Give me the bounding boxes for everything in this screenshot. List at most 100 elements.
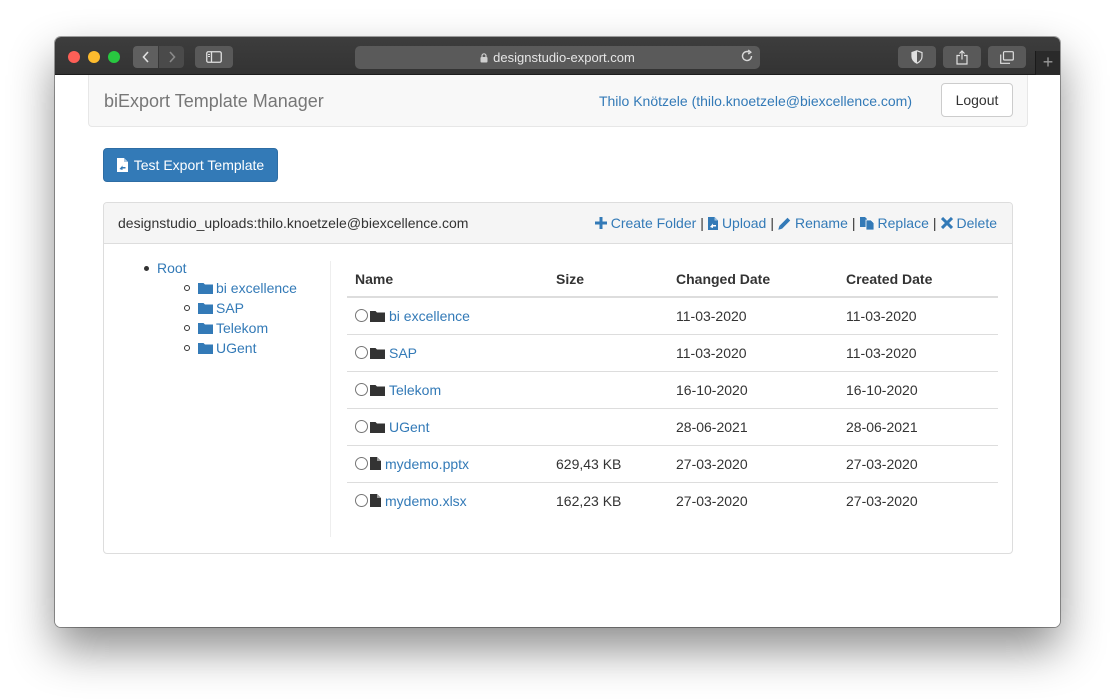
forward-button[interactable] bbox=[159, 46, 184, 68]
test-export-template-button[interactable]: Test Export Template bbox=[103, 148, 278, 182]
folder-icon bbox=[198, 303, 213, 314]
changed-date-cell: 27-03-2020 bbox=[668, 481, 838, 519]
share-button[interactable] bbox=[943, 46, 981, 68]
logout-button[interactable]: Logout bbox=[941, 83, 1013, 117]
folder-icon bbox=[370, 347, 385, 359]
column-header-changed[interactable]: Changed Date bbox=[668, 261, 838, 298]
file-browser-panel: designstudio_uploads:thilo.knoetzele@bie… bbox=[103, 202, 1013, 554]
table-row[interactable]: Telekom 16-10-2020 16-10-2020 bbox=[347, 370, 998, 408]
folder-icon bbox=[370, 310, 385, 322]
replace-action[interactable]: Replace bbox=[859, 215, 929, 231]
rename-action[interactable]: Rename bbox=[778, 215, 848, 231]
reload-icon[interactable] bbox=[740, 49, 754, 63]
tree-item-link[interactable]: Telekom bbox=[216, 320, 268, 336]
changed-date-cell: 11-03-2020 bbox=[676, 307, 747, 324]
minimize-window-button[interactable] bbox=[88, 51, 100, 63]
size-cell bbox=[548, 407, 668, 445]
row-select-radio[interactable] bbox=[355, 420, 368, 433]
user-account-link[interactable]: Thilo Knötzele (thilo.knoetzele@biexcell… bbox=[599, 93, 912, 109]
folder-icon bbox=[198, 323, 213, 334]
app-brand[interactable]: biExport Template Manager bbox=[104, 91, 324, 112]
column-header-size[interactable]: Size bbox=[548, 261, 668, 298]
row-select-radio[interactable] bbox=[355, 346, 368, 359]
table-row[interactable]: UGent 28-06-2021 28-06-2021 bbox=[347, 407, 998, 445]
table-row[interactable]: SAP 11-03-2020 11-03-2020 bbox=[347, 333, 998, 371]
item-name-link[interactable]: mydemo.pptx bbox=[385, 456, 469, 472]
row-select-radio[interactable] bbox=[355, 494, 368, 508]
created-date-cell: 28-06-2021 bbox=[838, 407, 998, 445]
create-folder-label: Create Folder bbox=[610, 215, 697, 231]
create-folder-action[interactable]: Create Folder bbox=[594, 215, 697, 231]
delete-action[interactable]: Delete bbox=[940, 215, 997, 231]
plus-icon bbox=[594, 217, 607, 229]
close-window-button[interactable] bbox=[68, 51, 80, 63]
separator: | bbox=[932, 215, 937, 231]
tree-bullet bbox=[184, 285, 190, 291]
sidebar-icon bbox=[206, 51, 222, 63]
test-export-template-label: Test Export Template bbox=[133, 157, 265, 173]
new-tab-button[interactable]: + bbox=[1035, 51, 1060, 75]
item-name-link[interactable]: SAP bbox=[389, 345, 417, 361]
browser-window: designstudio-export.com + biExport Templ… bbox=[55, 37, 1060, 627]
item-name-link[interactable]: bi excellence bbox=[389, 308, 470, 324]
tree-item-link[interactable]: SAP bbox=[216, 300, 244, 316]
tree-bullet bbox=[184, 305, 190, 311]
tree-item: Telekom bbox=[184, 318, 334, 338]
tree-bullet bbox=[144, 265, 149, 271]
folder-tree: Root bi excellence SAP Telekom UGent bbox=[144, 258, 334, 358]
folder-icon bbox=[198, 283, 213, 294]
name-cell: mydemo.xlsx bbox=[347, 481, 548, 519]
lock-icon bbox=[480, 52, 488, 62]
tree-item: UGent bbox=[184, 338, 334, 358]
address-bar[interactable]: designstudio-export.com bbox=[355, 46, 760, 69]
item-name-link[interactable]: Telekom bbox=[389, 382, 441, 398]
separator: | bbox=[770, 215, 774, 231]
privacy-report-button[interactable] bbox=[898, 46, 936, 68]
name-cell: mydemo.pptx bbox=[347, 444, 548, 482]
size-cell: 162,23 KB bbox=[548, 481, 668, 519]
column-header-name[interactable]: Name bbox=[347, 261, 548, 298]
panel-heading: designstudio_uploads:thilo.knoetzele@bie… bbox=[104, 203, 1012, 244]
copy-icon bbox=[859, 216, 874, 230]
table-row[interactable]: mydemo.xlsx 162,23 KB 27-03-2020 27-03-2… bbox=[347, 481, 998, 519]
file-icon bbox=[370, 457, 381, 470]
upload-action[interactable]: Upload bbox=[707, 215, 767, 231]
created-date-cell: 27-03-2020 bbox=[838, 481, 998, 519]
tab-overview-button[interactable] bbox=[988, 46, 1026, 68]
table-row[interactable]: bi excellence 11-03-2020 11-03-2020 bbox=[347, 297, 998, 334]
column-header-created[interactable]: Created Date bbox=[838, 261, 998, 298]
folder-icon bbox=[370, 421, 385, 433]
shield-icon bbox=[911, 50, 923, 64]
row-select-radio[interactable] bbox=[355, 309, 368, 323]
created-date-cell: 11-03-2020 bbox=[846, 307, 917, 324]
item-name-link[interactable]: UGent bbox=[389, 419, 429, 435]
created-date-cell: 16-10-2020 bbox=[838, 370, 998, 408]
tree-item: SAP bbox=[184, 298, 334, 318]
name-cell: bi excellence bbox=[347, 297, 548, 334]
row-select-radio[interactable] bbox=[355, 383, 368, 396]
created-date-cell: 27-03-2020 bbox=[838, 444, 998, 482]
tree-item-link[interactable]: UGent bbox=[216, 340, 256, 356]
app-navbar: biExport Template Manager Thilo Knötzele… bbox=[88, 75, 1028, 127]
zoom-window-button[interactable] bbox=[108, 51, 120, 63]
size-cell: 629,43 KB bbox=[548, 444, 668, 482]
separator: | bbox=[700, 215, 704, 231]
item-name-link[interactable]: mydemo.xlsx bbox=[385, 493, 467, 509]
sidebar-toggle-button[interactable] bbox=[195, 46, 233, 68]
tree-item: bi excellence bbox=[184, 278, 334, 298]
navigation-buttons bbox=[133, 46, 185, 68]
table-header-row: Name Size Changed Date Created Date bbox=[347, 261, 998, 298]
tree-root-link[interactable]: Root bbox=[157, 260, 187, 276]
browser-titlebar: designstudio-export.com + bbox=[55, 37, 1060, 75]
changed-date-cell: 16-10-2020 bbox=[668, 370, 838, 408]
tree-item-link[interactable]: bi excellence bbox=[216, 280, 297, 296]
row-select-radio[interactable] bbox=[355, 457, 368, 470]
table-row[interactable]: mydemo.pptx 629,43 KB 27-03-2020 27-03-2… bbox=[347, 444, 998, 482]
size-cell bbox=[548, 370, 668, 408]
current-path: designstudio_uploads:thilo.knoetzele@bie… bbox=[118, 215, 469, 231]
upload-label: Upload bbox=[721, 215, 767, 231]
back-button[interactable] bbox=[133, 46, 158, 68]
folder-icon bbox=[198, 343, 213, 354]
tree-bullet bbox=[184, 345, 190, 351]
changed-date-cell: 27-03-2020 bbox=[668, 444, 838, 482]
